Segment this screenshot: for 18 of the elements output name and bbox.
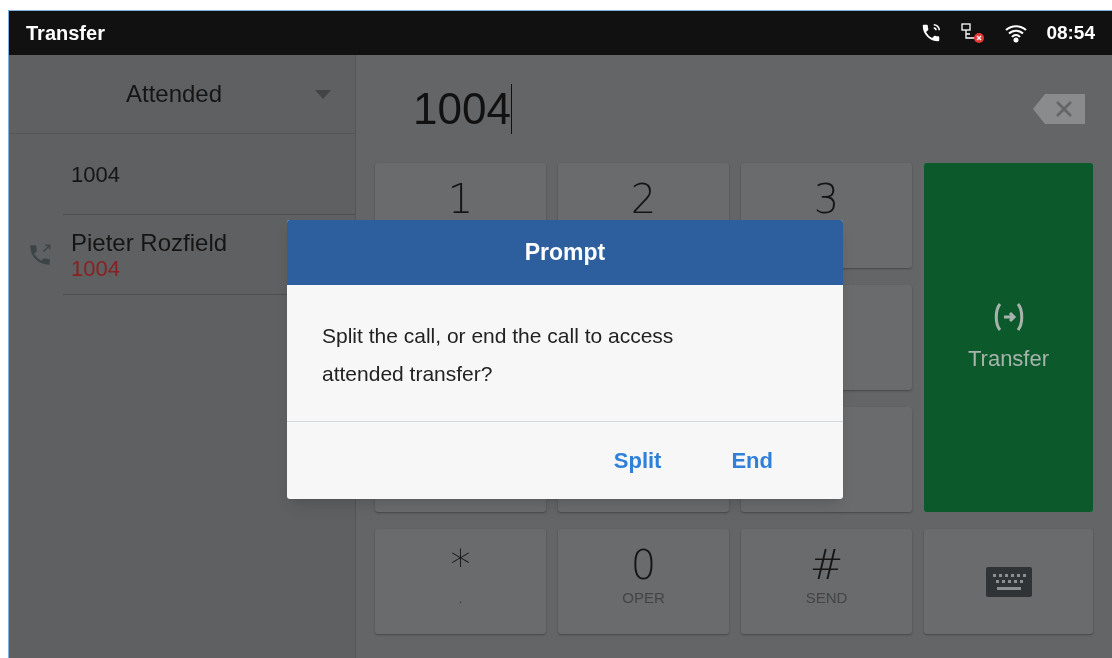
wifi-icon <box>1004 23 1029 43</box>
network-error-icon <box>960 22 987 44</box>
dialog-message: Split the call, or end the call to access attended transfer? <box>321 323 675 387</box>
dial-key[interactable]: * . <box>375 529 546 634</box>
keyboard-icon <box>985 566 1032 597</box>
clock-time: 08:54 <box>1046 20 1095 45</box>
dial-number-field[interactable]: 1004 <box>375 76 1033 142</box>
dialog-button[interactable]: Split <box>595 436 680 485</box>
transfer-button[interactable]: Transfer <box>924 163 1093 512</box>
outgoing-call-icon <box>27 242 53 268</box>
backspace-icon[interactable] <box>1033 94 1085 124</box>
phone-call-icon <box>920 22 943 44</box>
screen-title: Transfer <box>26 21 105 46</box>
dialog-button[interactable]: End <box>713 436 791 485</box>
transfer-mode-dropdown[interactable]: Attended <box>9 55 355 134</box>
keyboard-button[interactable] <box>924 529 1093 634</box>
contact-item[interactable]: 1004 <box>63 134 355 215</box>
dropdown-caret-icon <box>315 89 331 99</box>
